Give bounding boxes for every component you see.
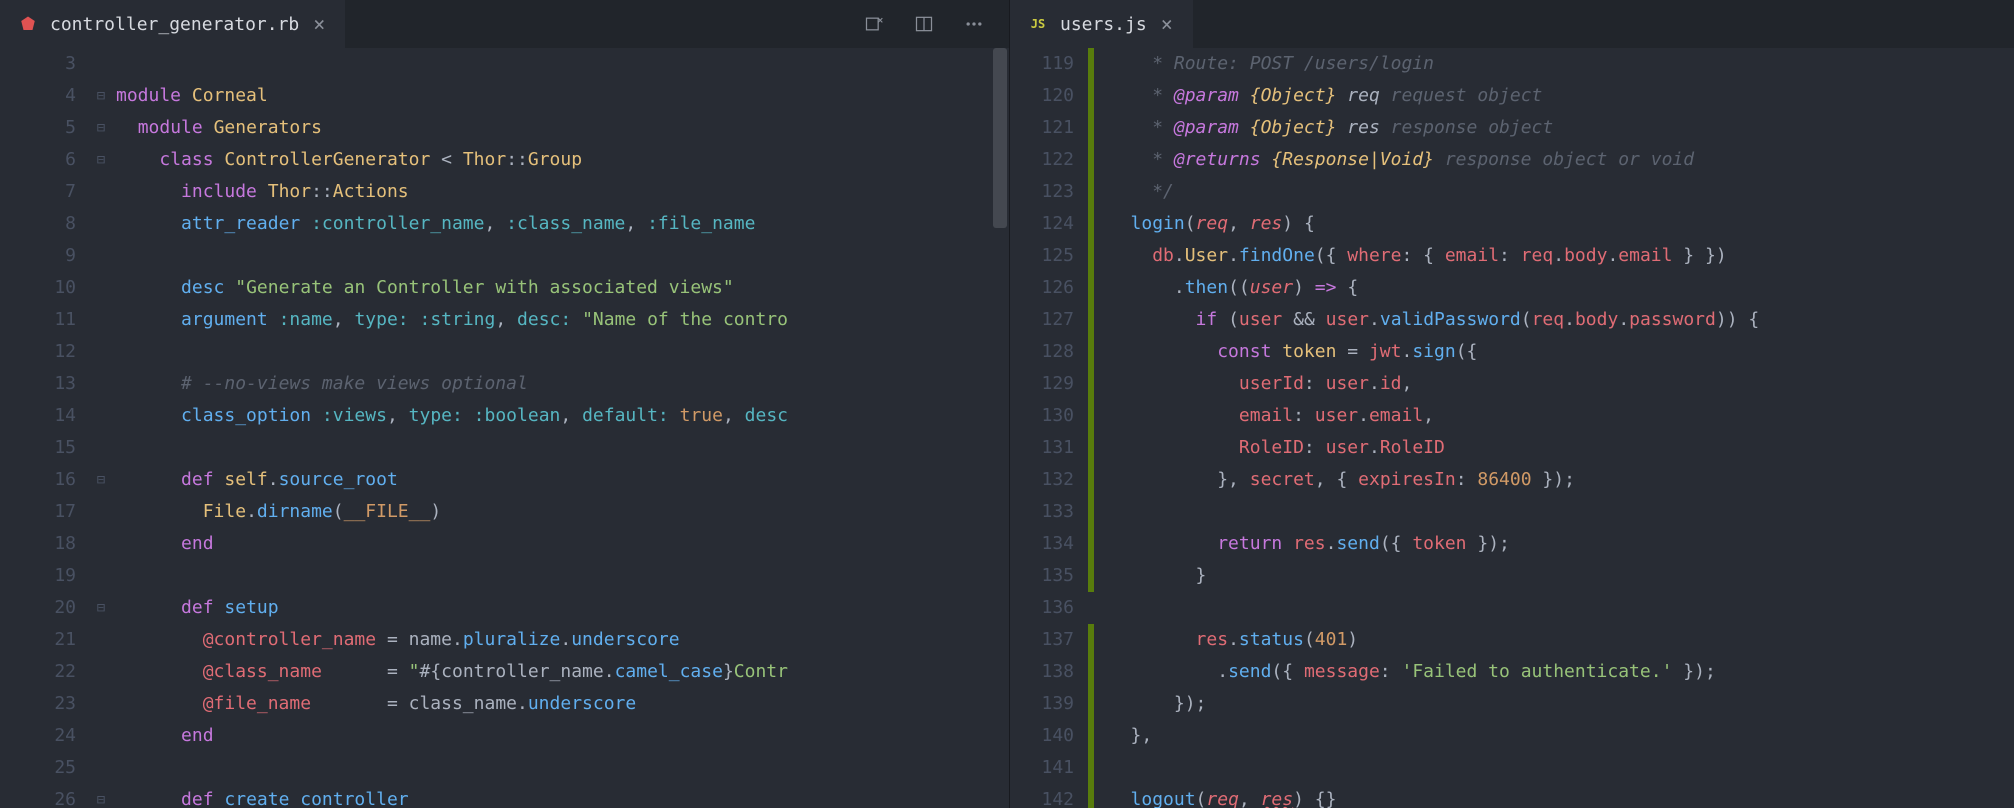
tabbar-right: JS users.js ×: [1010, 0, 2014, 48]
line-number-gutter: 3456789101112131415161718192021222324252…: [0, 48, 90, 808]
more-actions-icon[interactable]: [963, 13, 985, 35]
scrollbar-thumb[interactable]: [993, 48, 1007, 228]
close-icon[interactable]: ×: [311, 10, 327, 38]
ruby-file-icon: [18, 14, 38, 34]
editor-pane-right: JS users.js × 11912012112212312412512612…: [1010, 0, 2014, 808]
tab-label: users.js: [1060, 14, 1147, 35]
tab-controller-generator[interactable]: controller_generator.rb ×: [0, 0, 345, 48]
tabbar-left: controller_generator.rb ×: [0, 0, 1009, 48]
code-content-left[interactable]: module Corneal module Generators class C…: [112, 48, 1009, 808]
line-number-gutter: 1191201211221231241251261271281291301311…: [1010, 48, 1088, 808]
code-area-left[interactable]: 3456789101112131415161718192021222324252…: [0, 48, 1009, 808]
fold-gutter[interactable]: ⊟⊟⊟⊟⊟⊟: [90, 48, 112, 808]
split-editor-icon[interactable]: [913, 13, 935, 35]
compare-changes-icon[interactable]: [863, 13, 885, 35]
editor-split-view: controller_generator.rb × 34567891011121…: [0, 0, 2014, 808]
close-icon[interactable]: ×: [1159, 10, 1175, 38]
tab-label: controller_generator.rb: [50, 14, 299, 35]
vertical-scrollbar[interactable]: [991, 48, 1009, 808]
tabbar-actions: [863, 13, 1009, 35]
editor-pane-left: controller_generator.rb × 34567891011121…: [0, 0, 1010, 808]
js-file-icon: JS: [1028, 14, 1048, 34]
tab-users-js[interactable]: JS users.js ×: [1010, 0, 1193, 48]
code-area-right[interactable]: 1191201211221231241251261271281291301311…: [1010, 48, 2014, 808]
code-content-right[interactable]: * Route: POST /users/login * @param {Obj…: [1094, 48, 2014, 808]
